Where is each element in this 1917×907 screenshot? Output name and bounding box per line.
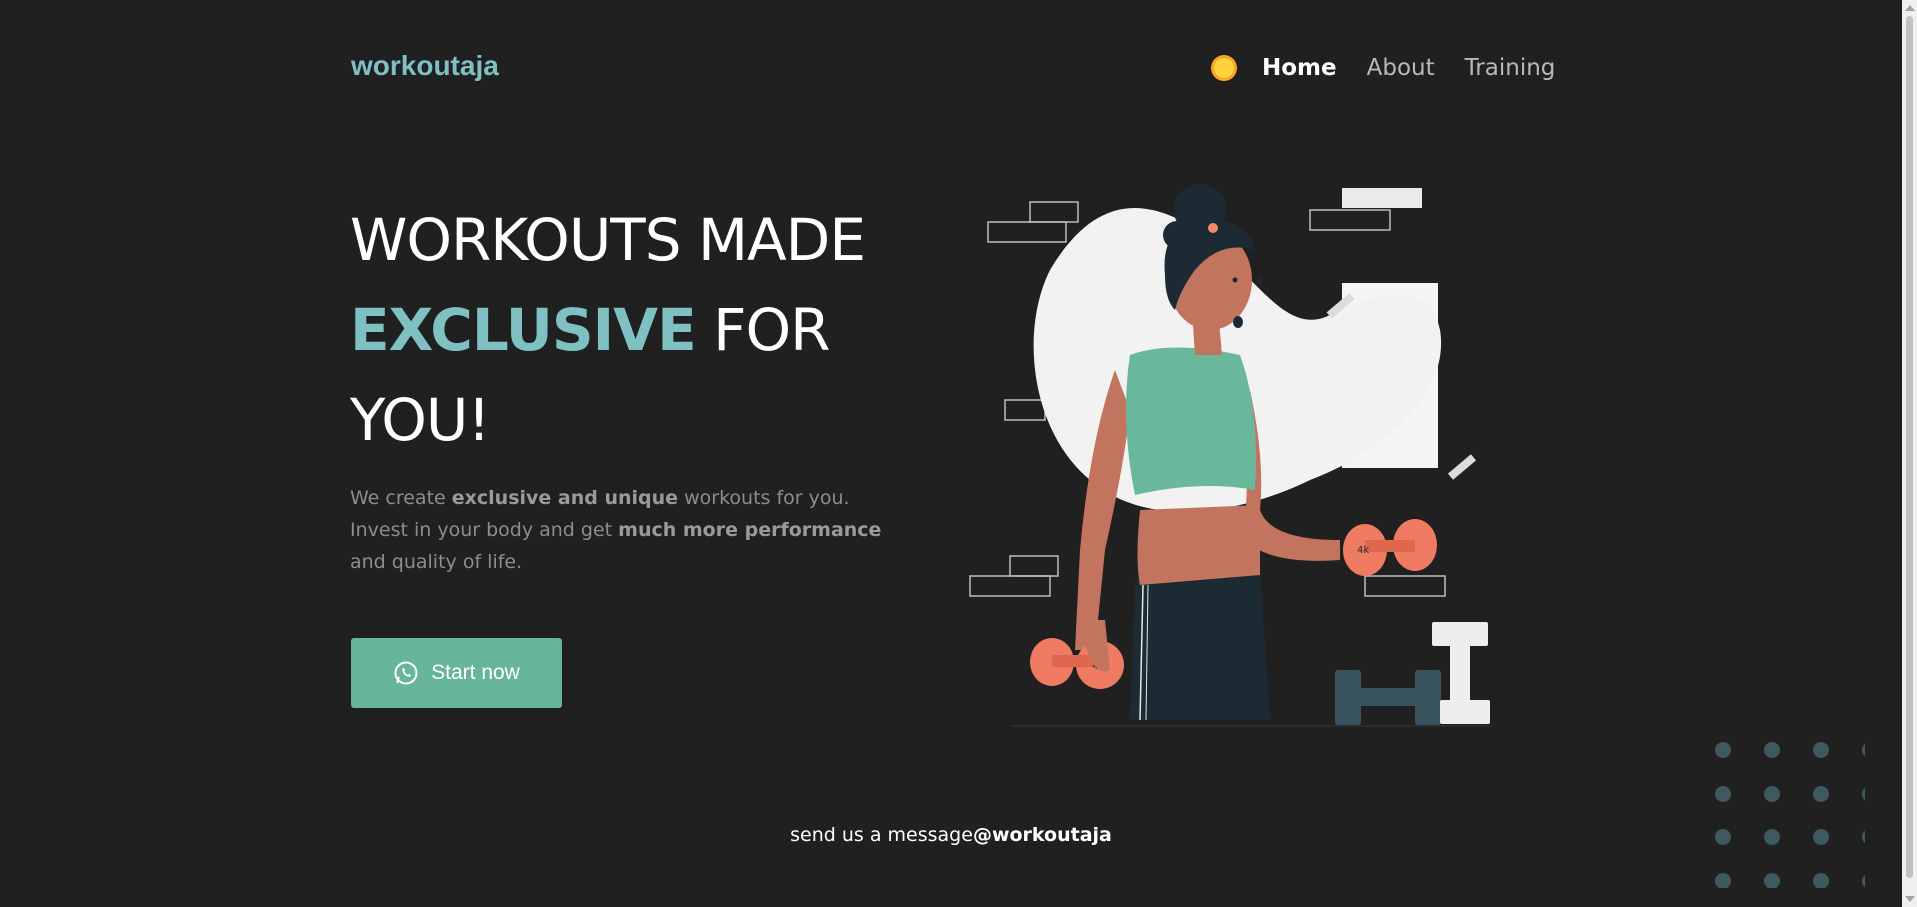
footer-handle-link[interactable]: @workoutaja: [973, 824, 1112, 846]
sun-icon[interactable]: [1210, 54, 1238, 82]
hero-title-accent: EXCLUSIVE: [350, 296, 697, 364]
hero-title-line3: YOU!: [350, 386, 491, 454]
scroll-thumb[interactable]: [1906, 16, 1913, 878]
start-now-label: Start now: [431, 661, 520, 684]
desc-text: and quality of life.: [350, 551, 523, 573]
footer-message-text: send us a message: [790, 824, 973, 846]
desc-text: We create: [350, 487, 452, 509]
nav-about[interactable]: About: [1367, 55, 1435, 81]
desc-bold: exclusive and unique: [451, 487, 679, 509]
nav-training[interactable]: Training: [1465, 55, 1556, 81]
whatsapp-icon: [394, 661, 418, 685]
scroll-up-arrow[interactable]: [1905, 5, 1915, 11]
start-now-button[interactable]: Start now: [351, 638, 562, 708]
hero-description: We create exclusive and unique workouts …: [350, 482, 890, 578]
desc-bold: much more performance: [618, 519, 882, 541]
main-nav: Home About Training: [1210, 54, 1555, 82]
brand-logo[interactable]: workoutaja: [351, 50, 499, 82]
svg-text:4k: 4k: [1357, 545, 1369, 556]
hero-title-line1: WORKOUTS MADE: [350, 206, 866, 274]
workout-illustration: 4k 4k: [969, 184, 1490, 727]
nav-home[interactable]: Home: [1262, 55, 1337, 81]
scroll-down-arrow[interactable]: [1905, 896, 1915, 902]
footer-message: send us a message@workoutaja: [0, 824, 1902, 846]
vertical-scrollbar[interactable]: [1902, 0, 1917, 907]
hero-title: WORKOUTS MADE EXCLUSIVE FOR YOU!: [350, 195, 910, 465]
hero-title-after-accent: FOR: [695, 296, 830, 364]
decorative-dots: [1715, 742, 1865, 888]
